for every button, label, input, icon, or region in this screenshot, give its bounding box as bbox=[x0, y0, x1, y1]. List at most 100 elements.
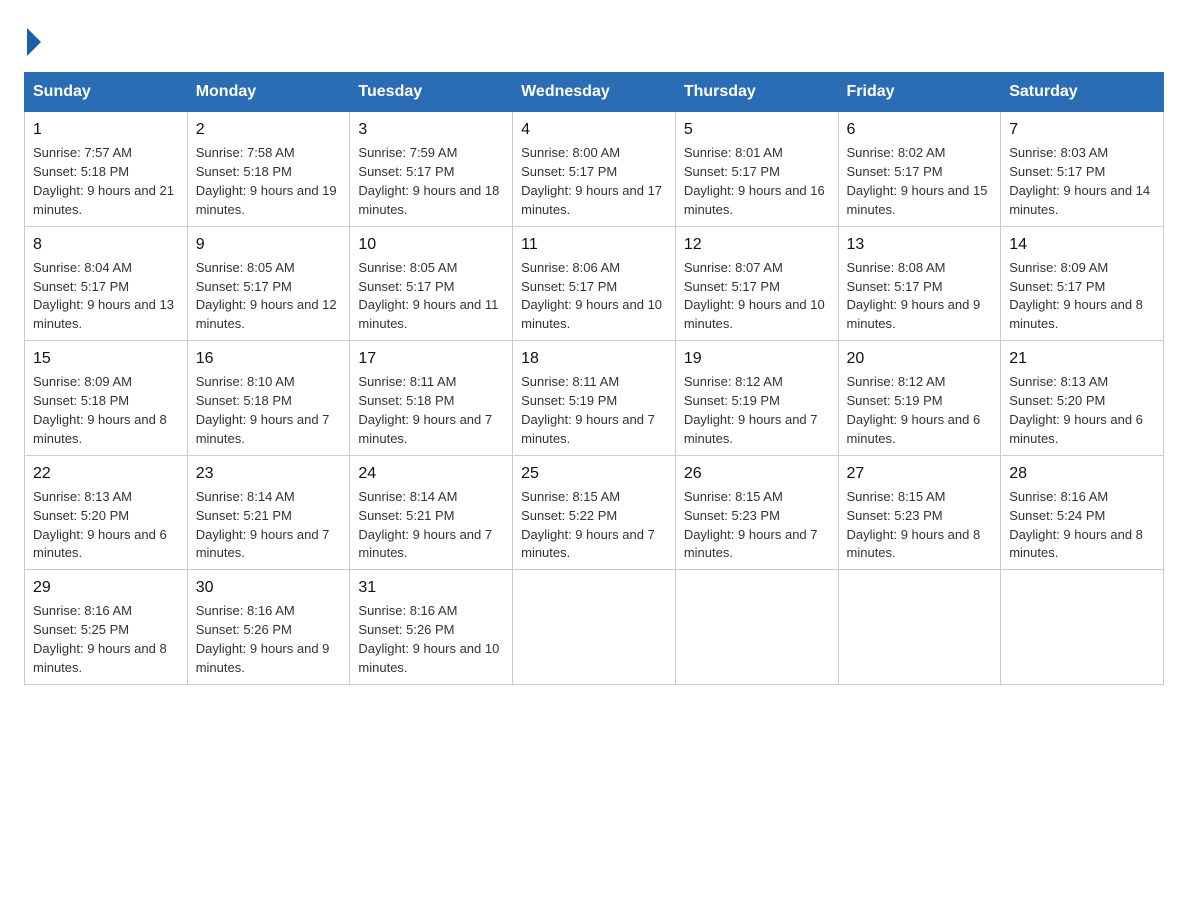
calendar-cell: 19 Sunrise: 8:12 AMSunset: 5:19 PMDaylig… bbox=[675, 341, 838, 456]
day-info: Sunrise: 8:00 AMSunset: 5:17 PMDaylight:… bbox=[521, 145, 662, 217]
logo-arrow-icon bbox=[27, 28, 41, 56]
day-number: 21 bbox=[1009, 347, 1155, 370]
day-info: Sunrise: 8:16 AMSunset: 5:26 PMDaylight:… bbox=[196, 603, 330, 675]
calendar-cell bbox=[675, 570, 838, 685]
day-number: 8 bbox=[33, 233, 179, 256]
day-info: Sunrise: 8:15 AMSunset: 5:22 PMDaylight:… bbox=[521, 489, 655, 561]
calendar-cell: 7 Sunrise: 8:03 AMSunset: 5:17 PMDayligh… bbox=[1001, 112, 1164, 227]
day-number: 9 bbox=[196, 233, 342, 256]
calendar-cell: 29 Sunrise: 8:16 AMSunset: 5:25 PMDaylig… bbox=[25, 570, 188, 685]
day-info: Sunrise: 8:11 AMSunset: 5:19 PMDaylight:… bbox=[521, 374, 655, 446]
calendar-cell: 26 Sunrise: 8:15 AMSunset: 5:23 PMDaylig… bbox=[675, 455, 838, 570]
weekday-header-monday: Monday bbox=[187, 73, 350, 112]
weekday-header-thursday: Thursday bbox=[675, 73, 838, 112]
calendar-cell: 21 Sunrise: 8:13 AMSunset: 5:20 PMDaylig… bbox=[1001, 341, 1164, 456]
day-number: 25 bbox=[521, 462, 667, 485]
calendar-cell: 27 Sunrise: 8:15 AMSunset: 5:23 PMDaylig… bbox=[838, 455, 1001, 570]
weekday-header-friday: Friday bbox=[838, 73, 1001, 112]
day-info: Sunrise: 8:05 AMSunset: 5:17 PMDaylight:… bbox=[358, 260, 498, 332]
day-number: 30 bbox=[196, 576, 342, 599]
day-number: 15 bbox=[33, 347, 179, 370]
calendar-cell: 22 Sunrise: 8:13 AMSunset: 5:20 PMDaylig… bbox=[25, 455, 188, 570]
day-info: Sunrise: 8:12 AMSunset: 5:19 PMDaylight:… bbox=[847, 374, 981, 446]
day-info: Sunrise: 8:04 AMSunset: 5:17 PMDaylight:… bbox=[33, 260, 174, 332]
calendar-cell: 2 Sunrise: 7:58 AMSunset: 5:18 PMDayligh… bbox=[187, 112, 350, 227]
weekday-header-tuesday: Tuesday bbox=[350, 73, 513, 112]
calendar-week-row: 29 Sunrise: 8:16 AMSunset: 5:25 PMDaylig… bbox=[25, 570, 1164, 685]
calendar-week-row: 22 Sunrise: 8:13 AMSunset: 5:20 PMDaylig… bbox=[25, 455, 1164, 570]
calendar-cell: 4 Sunrise: 8:00 AMSunset: 5:17 PMDayligh… bbox=[513, 112, 676, 227]
day-number: 10 bbox=[358, 233, 504, 256]
day-info: Sunrise: 8:16 AMSunset: 5:24 PMDaylight:… bbox=[1009, 489, 1143, 561]
calendar-cell: 8 Sunrise: 8:04 AMSunset: 5:17 PMDayligh… bbox=[25, 226, 188, 341]
calendar-cell bbox=[838, 570, 1001, 685]
calendar-cell bbox=[1001, 570, 1164, 685]
day-number: 7 bbox=[1009, 118, 1155, 141]
day-info: Sunrise: 8:02 AMSunset: 5:17 PMDaylight:… bbox=[847, 145, 988, 217]
calendar-cell: 30 Sunrise: 8:16 AMSunset: 5:26 PMDaylig… bbox=[187, 570, 350, 685]
day-number: 28 bbox=[1009, 462, 1155, 485]
calendar-cell: 17 Sunrise: 8:11 AMSunset: 5:18 PMDaylig… bbox=[350, 341, 513, 456]
calendar-cell: 25 Sunrise: 8:15 AMSunset: 5:22 PMDaylig… bbox=[513, 455, 676, 570]
day-info: Sunrise: 8:14 AMSunset: 5:21 PMDaylight:… bbox=[358, 489, 492, 561]
day-number: 2 bbox=[196, 118, 342, 141]
day-number: 20 bbox=[847, 347, 993, 370]
calendar-cell: 6 Sunrise: 8:02 AMSunset: 5:17 PMDayligh… bbox=[838, 112, 1001, 227]
day-number: 29 bbox=[33, 576, 179, 599]
day-number: 26 bbox=[684, 462, 830, 485]
day-number: 6 bbox=[847, 118, 993, 141]
calendar-cell: 3 Sunrise: 7:59 AMSunset: 5:17 PMDayligh… bbox=[350, 112, 513, 227]
day-number: 1 bbox=[33, 118, 179, 141]
day-info: Sunrise: 7:58 AMSunset: 5:18 PMDaylight:… bbox=[196, 145, 337, 217]
calendar-cell: 15 Sunrise: 8:09 AMSunset: 5:18 PMDaylig… bbox=[25, 341, 188, 456]
day-info: Sunrise: 8:06 AMSunset: 5:17 PMDaylight:… bbox=[521, 260, 662, 332]
calendar-week-row: 1 Sunrise: 7:57 AMSunset: 5:18 PMDayligh… bbox=[25, 112, 1164, 227]
calendar-cell: 11 Sunrise: 8:06 AMSunset: 5:17 PMDaylig… bbox=[513, 226, 676, 341]
day-info: Sunrise: 8:15 AMSunset: 5:23 PMDaylight:… bbox=[847, 489, 981, 561]
day-info: Sunrise: 8:14 AMSunset: 5:21 PMDaylight:… bbox=[196, 489, 330, 561]
day-info: Sunrise: 8:16 AMSunset: 5:25 PMDaylight:… bbox=[33, 603, 167, 675]
calendar-cell: 14 Sunrise: 8:09 AMSunset: 5:17 PMDaylig… bbox=[1001, 226, 1164, 341]
calendar-cell: 12 Sunrise: 8:07 AMSunset: 5:17 PMDaylig… bbox=[675, 226, 838, 341]
day-number: 11 bbox=[521, 233, 667, 256]
calendar-week-row: 8 Sunrise: 8:04 AMSunset: 5:17 PMDayligh… bbox=[25, 226, 1164, 341]
day-info: Sunrise: 7:59 AMSunset: 5:17 PMDaylight:… bbox=[358, 145, 499, 217]
day-info: Sunrise: 8:07 AMSunset: 5:17 PMDaylight:… bbox=[684, 260, 825, 332]
calendar-cell: 10 Sunrise: 8:05 AMSunset: 5:17 PMDaylig… bbox=[350, 226, 513, 341]
calendar-cell: 23 Sunrise: 8:14 AMSunset: 5:21 PMDaylig… bbox=[187, 455, 350, 570]
day-number: 24 bbox=[358, 462, 504, 485]
day-info: Sunrise: 7:57 AMSunset: 5:18 PMDaylight:… bbox=[33, 145, 174, 217]
day-number: 14 bbox=[1009, 233, 1155, 256]
day-number: 13 bbox=[847, 233, 993, 256]
calendar-cell: 9 Sunrise: 8:05 AMSunset: 5:17 PMDayligh… bbox=[187, 226, 350, 341]
day-number: 31 bbox=[358, 576, 504, 599]
weekday-header-saturday: Saturday bbox=[1001, 73, 1164, 112]
calendar-cell: 18 Sunrise: 8:11 AMSunset: 5:19 PMDaylig… bbox=[513, 341, 676, 456]
day-info: Sunrise: 8:11 AMSunset: 5:18 PMDaylight:… bbox=[358, 374, 492, 446]
weekday-header-wednesday: Wednesday bbox=[513, 73, 676, 112]
day-number: 19 bbox=[684, 347, 830, 370]
day-info: Sunrise: 8:01 AMSunset: 5:17 PMDaylight:… bbox=[684, 145, 825, 217]
day-number: 27 bbox=[847, 462, 993, 485]
day-number: 5 bbox=[684, 118, 830, 141]
day-number: 4 bbox=[521, 118, 667, 141]
calendar-cell: 24 Sunrise: 8:14 AMSunset: 5:21 PMDaylig… bbox=[350, 455, 513, 570]
calendar-table: SundayMondayTuesdayWednesdayThursdayFrid… bbox=[24, 72, 1164, 685]
day-info: Sunrise: 8:09 AMSunset: 5:18 PMDaylight:… bbox=[33, 374, 167, 446]
day-number: 23 bbox=[196, 462, 342, 485]
page-header bbox=[24, 24, 1164, 56]
calendar-cell: 31 Sunrise: 8:16 AMSunset: 5:26 PMDaylig… bbox=[350, 570, 513, 685]
calendar-cell bbox=[513, 570, 676, 685]
day-info: Sunrise: 8:12 AMSunset: 5:19 PMDaylight:… bbox=[684, 374, 818, 446]
day-info: Sunrise: 8:03 AMSunset: 5:17 PMDaylight:… bbox=[1009, 145, 1150, 217]
day-number: 12 bbox=[684, 233, 830, 256]
calendar-cell: 1 Sunrise: 7:57 AMSunset: 5:18 PMDayligh… bbox=[25, 112, 188, 227]
day-number: 16 bbox=[196, 347, 342, 370]
day-info: Sunrise: 8:09 AMSunset: 5:17 PMDaylight:… bbox=[1009, 260, 1143, 332]
calendar-cell: 28 Sunrise: 8:16 AMSunset: 5:24 PMDaylig… bbox=[1001, 455, 1164, 570]
calendar-cell: 13 Sunrise: 8:08 AMSunset: 5:17 PMDaylig… bbox=[838, 226, 1001, 341]
day-info: Sunrise: 8:08 AMSunset: 5:17 PMDaylight:… bbox=[847, 260, 981, 332]
logo bbox=[24, 24, 41, 56]
day-info: Sunrise: 8:15 AMSunset: 5:23 PMDaylight:… bbox=[684, 489, 818, 561]
day-info: Sunrise: 8:05 AMSunset: 5:17 PMDaylight:… bbox=[196, 260, 337, 332]
